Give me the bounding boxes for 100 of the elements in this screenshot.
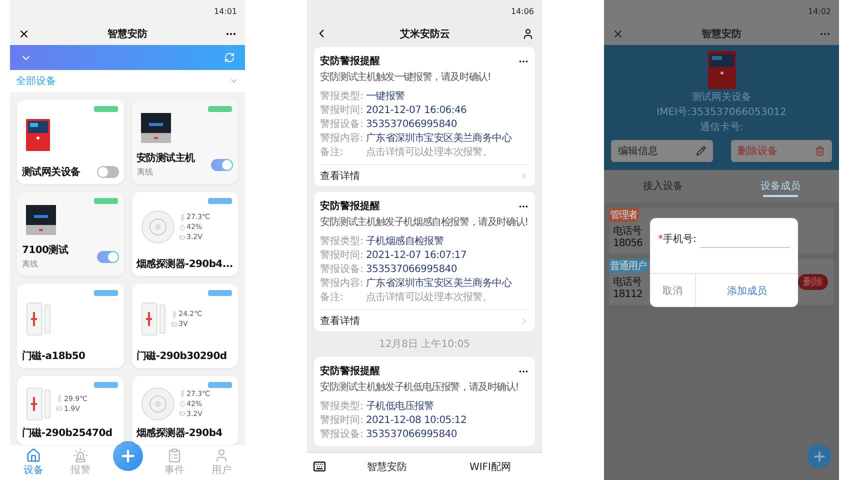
alarm-message: 安防测试主机触发子机低电压报警，请及时确认!	[320, 380, 520, 394]
alarm-message: 安防测试主机触发一键报警，请及时确认!	[320, 70, 492, 84]
thermometer-icon	[170, 310, 178, 318]
alarm-title: 安防警报提醒	[320, 54, 380, 68]
home-icon	[26, 448, 41, 463]
message-time: 12月8日 上午10:05	[378, 338, 470, 351]
control-panel-icon	[140, 113, 170, 143]
device-name: 门磁-290b25470d	[22, 426, 112, 440]
field-value: 点击详情可以处理本次报警。	[366, 146, 494, 159]
field-label: 警报时间:	[320, 414, 364, 427]
device-card[interactable]: 7100测试 离线	[17, 192, 124, 276]
user-icon	[214, 448, 229, 463]
menu-button[interactable]: 智慧安防	[335, 460, 438, 474]
alarm-message: 安防测试主机触发子机烟感自检报警，请及时确认!	[320, 216, 529, 229]
thermometer-icon	[178, 390, 186, 397]
field-label: 警报时间:	[320, 249, 364, 262]
field-value: 子机烟感自检报警	[366, 235, 445, 248]
field-value: 2021-12-07 16:06:46	[366, 104, 468, 117]
field-value: 2021-12-08 10:05:12	[366, 414, 468, 427]
add-button[interactable]	[112, 440, 142, 470]
siren-icon	[73, 448, 88, 463]
close-icon[interactable]	[18, 28, 30, 40]
device-name: 门磁-a18b50	[22, 349, 86, 363]
field-label: 警报设备:	[320, 263, 364, 276]
smoke-detector-icon	[140, 210, 174, 244]
field-value: 353537066995840	[366, 263, 458, 276]
device-name: 7100测试	[22, 244, 68, 257]
device-name: 测试网关设备	[692, 90, 752, 104]
role-tag: 普通用户	[609, 259, 648, 273]
device-card[interactable]: 测试网关设备	[17, 100, 124, 184]
thermometer-icon	[56, 395, 63, 402]
thermometer-icon	[178, 214, 186, 220]
field-label: 警报设备:	[320, 118, 364, 131]
field-label: 警报内容:	[320, 132, 364, 145]
toggle-switch[interactable]	[211, 159, 233, 171]
phone-label: 电话号	[613, 276, 642, 288]
field-label: 备注:	[320, 146, 344, 159]
field-value: 一键报警	[366, 90, 406, 103]
droplet-icon	[178, 400, 186, 407]
action-button[interactable]: 编辑信息	[611, 140, 712, 162]
trash-icon	[815, 146, 825, 156]
page-title: 智慧安防	[108, 27, 148, 40]
status-time: 14:06	[510, 6, 534, 16]
field-value: 353537066995840	[366, 118, 458, 131]
status-time: 14:01	[214, 6, 237, 16]
field-label: 警报设备:	[320, 428, 364, 441]
door-sensor-icon	[26, 386, 52, 420]
alarm-title: 安防警报提醒	[320, 199, 380, 213]
toggle-switch[interactable]	[96, 166, 118, 178]
gateway-panel-icon	[26, 119, 50, 151]
device-status: 离线	[136, 167, 154, 178]
refresh-icon[interactable]	[224, 52, 235, 63]
field-value: 2021-12-07 16:07:17	[366, 249, 468, 262]
device-name: 烟感探测器-290b4	[136, 426, 222, 440]
device-card[interactable]: 门磁-a18b50	[17, 284, 124, 368]
droplet-icon	[178, 224, 186, 230]
door-sensor-icon	[26, 302, 52, 336]
phone-number: 18056	[613, 238, 642, 248]
battery-icon	[170, 320, 178, 328]
alarm-title: 安防警报提醒	[320, 364, 380, 378]
device-name: 烟感探测器-290b4...	[136, 258, 233, 271]
tab[interactable]: 设备成员	[722, 170, 839, 202]
door-sensor-icon	[140, 302, 166, 336]
details-link[interactable]: 查看详情	[320, 309, 529, 331]
phone-label: 电话号	[613, 224, 642, 238]
field-label: 警报类型:	[320, 235, 364, 248]
toggle-switch[interactable]	[96, 251, 118, 263]
pencil-icon	[696, 146, 706, 156]
field-value: 子机低电压报警	[366, 400, 435, 413]
device-status: 离线	[22, 259, 39, 270]
control-panel-icon	[26, 205, 56, 235]
field-value: 353537066995840	[366, 428, 458, 441]
details-link[interactable]: 查看详情	[320, 164, 529, 186]
gateway-panel-icon	[708, 51, 736, 89]
status-time: 14:02	[808, 6, 831, 16]
device-name: 门磁-290b30290d	[136, 349, 227, 363]
plus-icon	[118, 446, 136, 464]
clipboard-icon	[167, 448, 182, 463]
device-name: 测试网关设备	[22, 166, 80, 179]
battery-icon	[178, 410, 186, 417]
field-value: 广东省深圳市宝安区美兰商务中心	[366, 277, 513, 290]
smoke-detector-icon	[140, 386, 174, 420]
page-title: 艾米安防云	[400, 27, 450, 40]
field-label: 警报类型:	[320, 400, 364, 413]
add-button[interactable]	[807, 444, 831, 468]
field-value: 点击详情可以处理本次报警。	[366, 291, 494, 304]
dialog-button[interactable]: 添加成员	[696, 274, 798, 307]
field-label: 警报内容:	[320, 277, 364, 290]
dialog-button[interactable]: 取消	[650, 274, 696, 307]
device-name: 安防测试主机	[136, 151, 195, 165]
device-card[interactable]: 安防测试主机 离线	[132, 100, 238, 184]
battery-icon	[178, 234, 186, 240]
user-icon[interactable]	[522, 28, 534, 40]
menu-button[interactable]: WIFI配网	[438, 460, 542, 474]
plus-icon	[812, 448, 826, 464]
card-number: 通信卡号:	[700, 120, 744, 134]
page-title: 智慧安防	[702, 27, 742, 40]
phone-field-label: *手机号:	[658, 232, 696, 246]
phone-number: 18112	[613, 288, 642, 300]
field-label: 备注:	[320, 291, 344, 304]
